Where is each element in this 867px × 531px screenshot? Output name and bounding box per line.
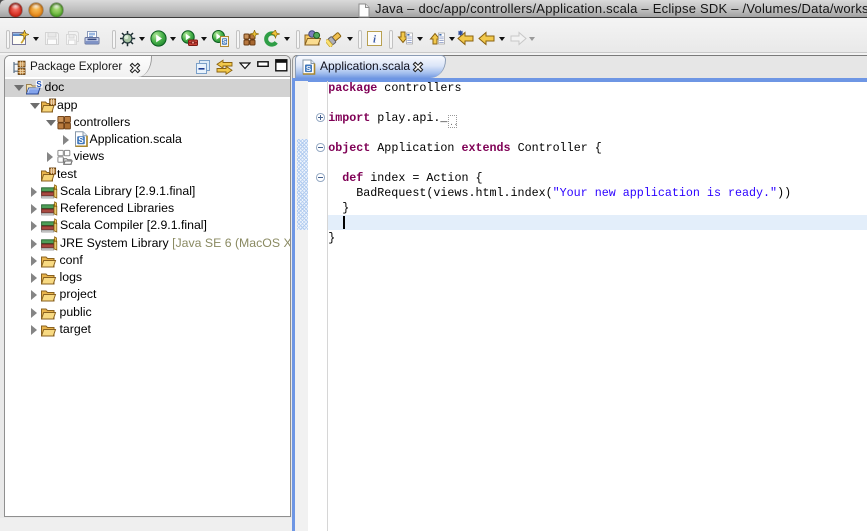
svg-text:S: S	[306, 63, 311, 72]
svg-text:S: S	[36, 80, 42, 89]
svg-text:S: S	[78, 136, 84, 145]
svg-text:S: S	[222, 39, 227, 46]
